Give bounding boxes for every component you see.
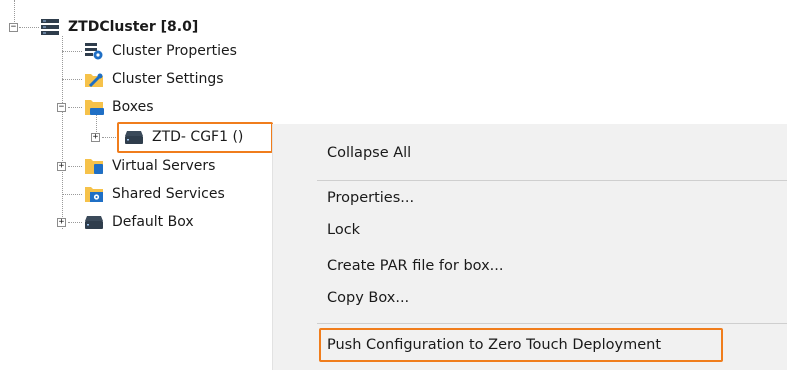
tree-connector [62, 51, 82, 52]
tree-connector [102, 137, 116, 138]
tree-node-shared-services[interactable]: Shared Services [84, 183, 225, 205]
tree-node-label: Virtual Servers [112, 158, 216, 174]
tree-connector [68, 166, 82, 167]
tree-node-label: ZTDCluster [8.0] [68, 19, 199, 35]
tree-node-label: Cluster Properties [112, 43, 237, 59]
tree-node-label: Cluster Settings [112, 71, 224, 87]
menu-item-properties[interactable]: Properties... [327, 185, 414, 211]
expand-toggle[interactable]: + [57, 162, 66, 171]
box-device-icon [85, 216, 103, 229]
tree-node-label: ZTD- CGF1 () [152, 129, 244, 145]
virtual-server-icon [85, 159, 103, 174]
tree-node-cluster-properties[interactable]: Cluster Properties [84, 40, 237, 62]
menu-item-create-par-file[interactable]: Create PAR file for box... [327, 253, 504, 279]
tree-connector [68, 107, 82, 108]
expand-toggle[interactable]: + [57, 218, 66, 227]
tree-connector [62, 194, 82, 195]
tree-node-ztd-cgf1[interactable]: ZTD- CGF1 () [124, 126, 243, 148]
tree-node-label: Boxes [112, 99, 154, 115]
collapse-toggle[interactable]: − [9, 23, 18, 32]
tree-node-virtual-servers[interactable]: Virtual Servers [84, 155, 215, 177]
tree-connector [14, 0, 15, 22]
shared-services-icon [85, 187, 103, 202]
tree-node-label: Shared Services [112, 186, 225, 202]
menu-item-copy-box[interactable]: Copy Box... [327, 285, 409, 311]
tree-node-label: Default Box [112, 214, 194, 230]
menu-item-push-configuration[interactable]: Push Configuration to Zero Touch Deploym… [327, 332, 661, 358]
tree-connector [62, 36, 63, 229]
menu-separator [317, 323, 787, 324]
tree-node-cluster-settings[interactable]: Cluster Settings [84, 68, 224, 90]
collapse-toggle[interactable]: − [57, 103, 66, 112]
tree-node-ztdcluster[interactable]: ZTDCluster [8.0] [40, 16, 198, 38]
box-device-icon [125, 131, 143, 144]
cluster-tree: − ZTDCluster [8.0] Cluster Properties Cl… [0, 0, 300, 370]
tree-node-boxes[interactable]: Boxes [84, 96, 154, 118]
tree-connector [19, 27, 39, 28]
context-menu: Collapse All Properties... Lock Create P… [272, 124, 787, 370]
properties-gear-icon [85, 43, 103, 60]
tree-node-default-box[interactable]: Default Box [84, 211, 194, 233]
server-stack-icon [41, 19, 59, 35]
menu-separator [317, 180, 787, 181]
folder-boxes-icon [85, 100, 104, 115]
expand-toggle[interactable]: + [91, 133, 100, 142]
tree-connector [62, 79, 82, 80]
tree-connector [68, 222, 82, 223]
menu-item-lock[interactable]: Lock [327, 217, 360, 243]
settings-wrench-icon [85, 73, 103, 88]
menu-item-collapse-all[interactable]: Collapse All [327, 140, 411, 166]
